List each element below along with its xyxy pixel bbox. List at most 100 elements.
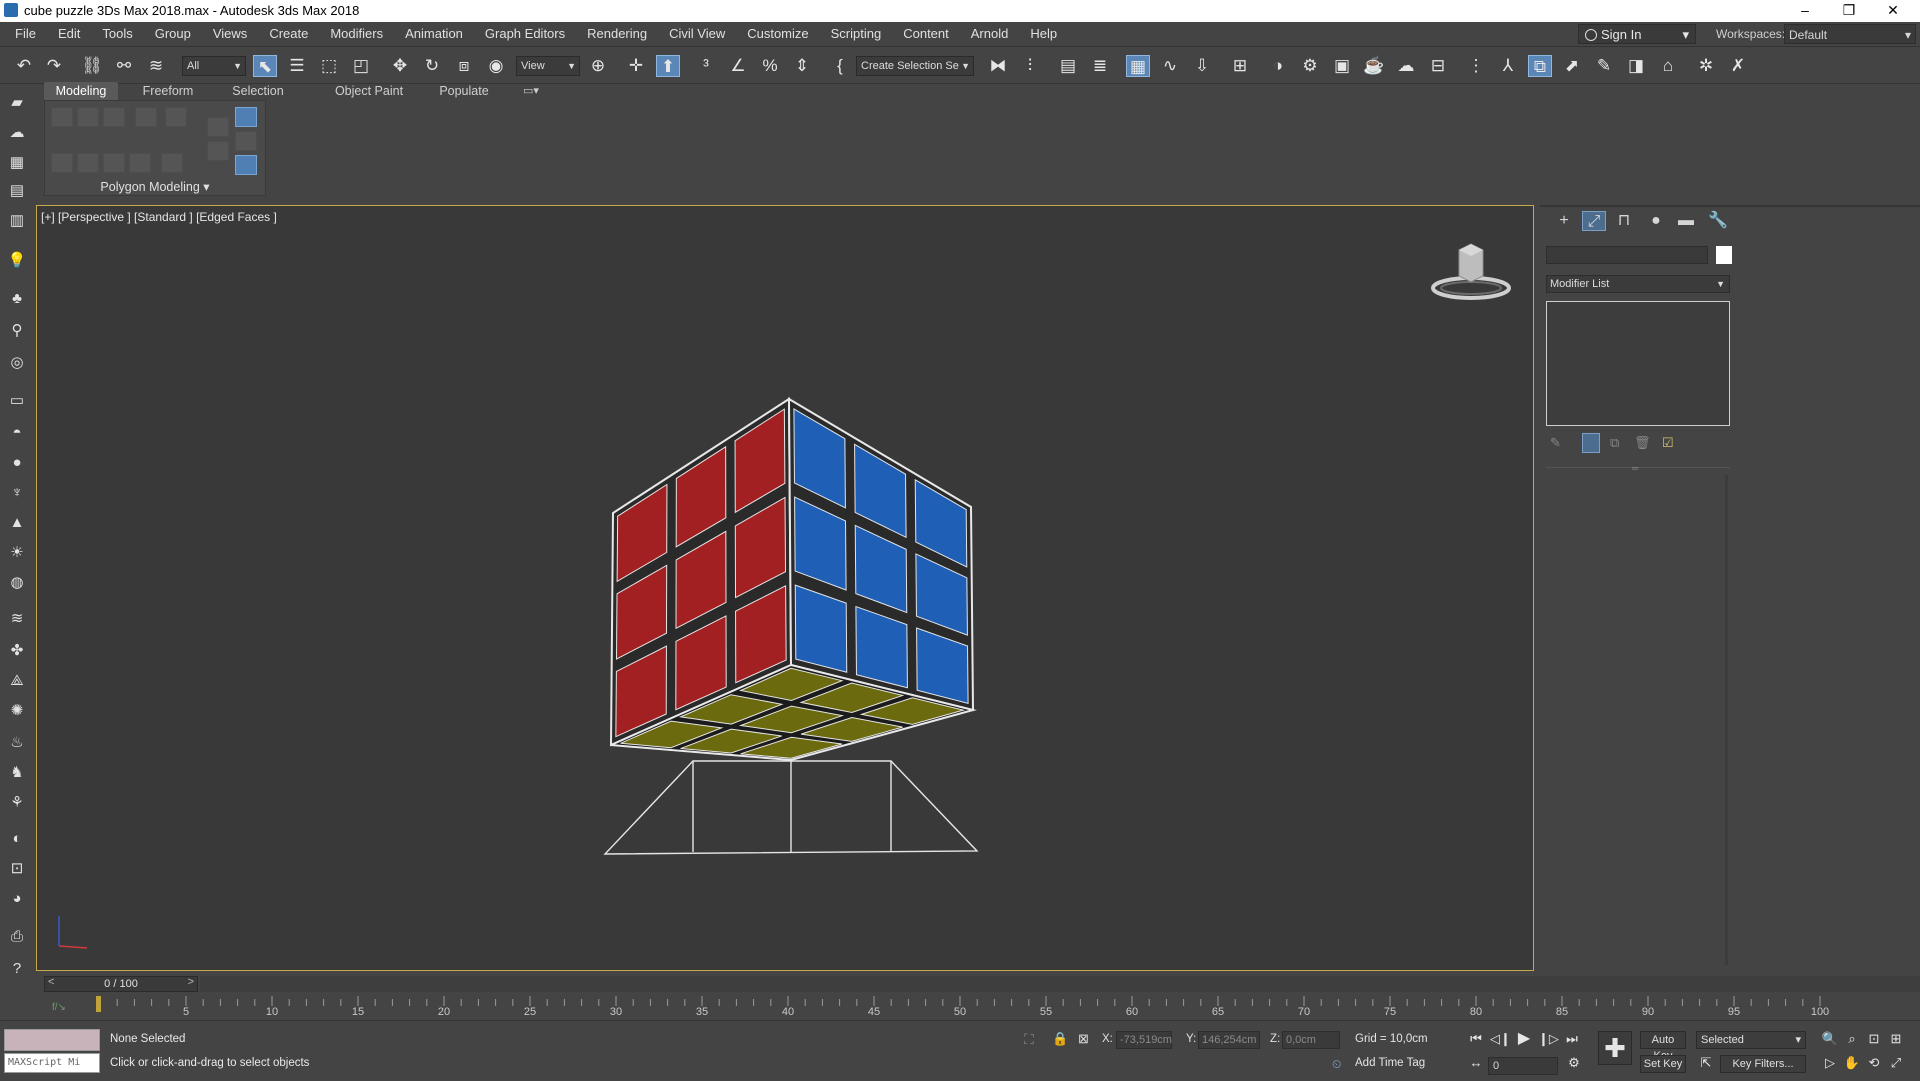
cone-icon[interactable]: ▲ <box>6 512 28 534</box>
shrink-icon[interactable] <box>103 153 125 173</box>
create-tab-icon[interactable]: + <box>1552 211 1576 231</box>
modifier-list-dropdown[interactable]: Modifier List ▼ <box>1546 275 1730 293</box>
minimize-button[interactable]: – <box>1782 0 1828 22</box>
bind-space-warp-icon[interactable]: ≋ <box>144 55 168 77</box>
set-keys-icon[interactable]: ✚ <box>1598 1031 1632 1065</box>
menu-tools[interactable]: Tools <box>91 22 143 46</box>
select-by-name-icon[interactable]: ☰ <box>285 55 309 77</box>
camera-icon[interactable]: ◎ <box>6 352 28 374</box>
cloud-icon[interactable]: ☁ <box>6 122 28 144</box>
object-color-swatch[interactable] <box>1716 246 1732 264</box>
scene-icon[interactable]: ◕ <box>6 888 28 910</box>
use-stack-selection-icon[interactable] <box>207 117 229 137</box>
angle-snap-icon[interactable]: ∠ <box>726 55 750 77</box>
modifier-stack[interactable] <box>1546 301 1730 426</box>
selection-filter-dropdown[interactable]: All ▼ <box>182 56 246 76</box>
hair-icon[interactable]: ♨ <box>6 732 28 754</box>
menu-edit[interactable]: Edit <box>47 22 91 46</box>
menu-graph-editors[interactable]: Graph Editors <box>474 22 576 46</box>
move-icon[interactable]: ✥ <box>388 55 412 77</box>
mini-curve-editor-icon[interactable]: f/↘ <box>52 1002 66 1013</box>
utilities-tab-icon[interactable]: 🔧 <box>1706 211 1730 231</box>
dynamics-icon[interactable]: ✤ <box>6 640 28 662</box>
grow-icon[interactable] <box>77 153 99 173</box>
zoom-extents-icon[interactable]: ⊡ <box>1864 1029 1884 1049</box>
viewcube[interactable] <box>1431 236 1511 306</box>
field-of-view-icon[interactable]: ▷ <box>1820 1053 1840 1073</box>
pin-stack-icon[interactable]: ✎ <box>1550 435 1561 451</box>
document-icon[interactable]: ▤ <box>6 180 28 202</box>
polygon-modeling-dropdown[interactable]: Polygon Modeling ▾ <box>45 179 265 194</box>
bone-icon[interactable]: ⟁ <box>6 670 28 692</box>
polygon-icon[interactable] <box>165 107 187 127</box>
render-icon[interactable]: ⊡ <box>6 858 28 880</box>
show-end-result-icon[interactable] <box>1582 433 1600 453</box>
edit-icon[interactable]: ✎ <box>1592 55 1616 77</box>
time-slider[interactable]: < 0 / 100 > <box>44 976 198 992</box>
object-paint-icon[interactable]: ▰ <box>6 92 28 114</box>
schematic-view-icon[interactable]: ⊞ <box>1228 55 1252 77</box>
spinner-snap-icon[interactable]: ⇕ <box>790 55 814 77</box>
particle-icon[interactable]: ≋ <box>6 608 28 630</box>
panel-scrollbar[interactable] <box>1725 475 1728 965</box>
close-button[interactable]: ✕ <box>1870 0 1916 22</box>
rectangular-selection-icon[interactable]: ⬚ <box>317 55 341 77</box>
select-manipulate-icon[interactable]: ✛ <box>624 55 648 77</box>
edge-icon[interactable] <box>103 107 125 127</box>
make-unique-icon[interactable]: ⧉ <box>1610 435 1619 451</box>
tab-selection[interactable]: Selection <box>218 82 298 100</box>
named-selection-sets-dropdown[interactable]: Create Selection Se ▼ <box>856 56 974 76</box>
menu-modifiers[interactable]: Modifiers <box>319 22 394 46</box>
keyboard-shortcut-override-icon[interactable]: ⬆ <box>656 55 680 77</box>
edit-named-selection-icon[interactable]: { <box>828 55 852 77</box>
show-cage-icon[interactable] <box>235 107 257 127</box>
x-coord-field[interactable]: -73,519cm <box>1116 1031 1172 1049</box>
render-setup-icon[interactable]: ⚙ <box>1298 55 1322 77</box>
tab-modeling[interactable]: Modeling <box>44 82 118 100</box>
sun-icon[interactable]: ☀ <box>6 542 28 564</box>
render-production-icon[interactable]: ☕ <box>1362 55 1386 77</box>
script-icon[interactable]: ⎙ <box>6 926 28 948</box>
ribbon-toggle-icon[interactable]: ▦ <box>1126 55 1150 77</box>
modify-mode-icon[interactable] <box>51 107 73 127</box>
time-slider-track[interactable] <box>200 976 1920 992</box>
link-icon[interactable]: ⛓ <box>80 55 104 77</box>
current-frame-field[interactable]: 0 <box>1488 1057 1558 1075</box>
redo-icon[interactable]: ↷ <box>42 55 66 77</box>
window-crossing-icon[interactable]: ◰ <box>349 55 373 77</box>
menu-create[interactable]: Create <box>258 22 319 46</box>
rendered-frame-window-icon[interactable]: ▣ <box>1330 55 1354 77</box>
key-mode-toggle-icon[interactable]: ↔ <box>1466 1053 1486 1073</box>
ribbon-options-icon[interactable]: ▭▾ <box>518 82 544 100</box>
align-icon[interactable]: ⫶ <box>1018 55 1042 77</box>
rotate-icon[interactable]: ↻ <box>420 55 444 77</box>
modify-tab-icon[interactable]: ⤢ <box>1582 211 1606 231</box>
element-icon[interactable] <box>51 153 73 173</box>
scene-explorer-icon[interactable]: ▤ <box>1056 55 1080 77</box>
pivot-center-icon[interactable]: ⊕ <box>586 55 610 77</box>
curve-editor-icon[interactable]: ∿ <box>1158 55 1182 77</box>
tab-populate[interactable]: Populate <box>424 82 504 100</box>
key-filters-icon[interactable]: ⇱ <box>1696 1053 1716 1073</box>
sphere-icon[interactable]: ● <box>6 452 28 474</box>
atom-icon[interactable]: ✺ <box>6 700 28 722</box>
loop-icon[interactable] <box>161 153 183 173</box>
track-bar[interactable]: 5 10 15 20 25 30 35 40 45 50 55 60 65 70 75 80 85 90 95 100 <box>96 996 1876 1022</box>
restore-button[interactable]: ❐ <box>1826 0 1872 22</box>
play-icon[interactable]: ▶ <box>1514 1029 1534 1049</box>
go-to-start-icon[interactable]: ⏮ <box>1466 1029 1486 1049</box>
zoom-icon[interactable]: 🔍 <box>1820 1029 1840 1049</box>
next-frame-icon[interactable]: ❙▷ <box>1538 1029 1559 1049</box>
ring-icon[interactable] <box>129 153 151 173</box>
add-time-tag-button[interactable]: Add Time Tag <box>1355 1057 1425 1069</box>
scale-icon[interactable]: ⧈ <box>452 55 476 77</box>
select-object-icon[interactable]: ⬉ <box>253 55 277 77</box>
selection-lock-icon[interactable]: 🔒 <box>1052 1031 1068 1047</box>
mirror-icon[interactable]: ⧓ <box>986 55 1010 77</box>
perspective-viewport[interactable]: [+] [Perspective ] [Standard ] [Edged Fa… <box>36 205 1534 971</box>
zoom-all-icon[interactable]: ⌕ <box>1842 1029 1862 1049</box>
isolate-selection-icon[interactable]: ⛶ <box>1024 1031 1034 1048</box>
menu-views[interactable]: Views <box>202 22 258 46</box>
hierarchy-tab-icon[interactable]: ⊓ <box>1612 211 1636 231</box>
layer-explorer-icon[interactable]: ≣ <box>1088 55 1112 77</box>
